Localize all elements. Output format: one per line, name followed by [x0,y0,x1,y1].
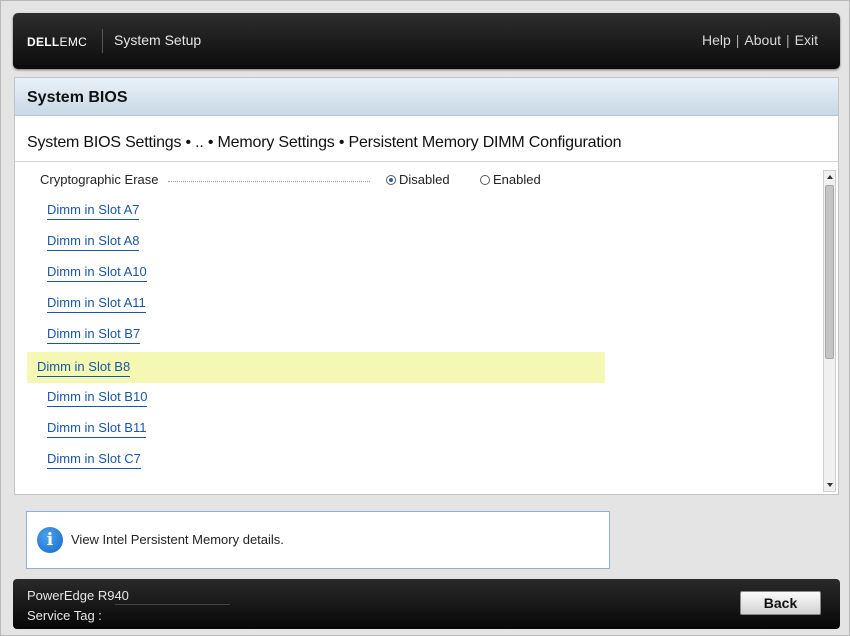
dimm-link-c7[interactable]: Dimm in Slot C7 [47,451,141,469]
exit-link[interactable]: Exit [795,32,818,48]
dotted-leader [168,181,370,182]
help-link[interactable]: Help [702,32,731,48]
list-item-selected: Dimm in Slot B8 [27,352,605,383]
help-text: View Intel Persistent Memory details. [71,532,284,547]
help-box: i View Intel Persistent Memory details. [26,511,610,569]
about-link[interactable]: About [744,32,781,48]
list-item: Dimm in Slot A11 [37,291,146,317]
dimm-link-a8[interactable]: Dimm in Slot A8 [47,233,140,251]
scroll-down-icon[interactable] [827,483,833,487]
breadcrumb: System BIOS Settings • .. • Memory Setti… [27,134,622,151]
dimm-link-a7[interactable]: Dimm in Slot A7 [47,202,140,220]
footer-bar: PowerEdge R940 Service Tag : Back [13,579,840,629]
header-links: Help | About | Exit [702,32,818,48]
dimm-link-b11[interactable]: Dimm in Slot B11 [47,420,147,438]
list-item: Dimm in Slot B10 [37,385,148,411]
list-item: Dimm in Slot A7 [37,198,140,224]
list-item: Dimm in Slot A8 [37,229,140,255]
cryptographic-erase-row: Cryptographic Erase Disabled Enabled [40,172,600,190]
dimm-link-b8[interactable]: Dimm in Slot B8 [37,359,131,377]
divider [15,161,838,162]
system-model: PowerEdge R940 [27,588,129,603]
scroll-up-icon[interactable] [827,175,833,179]
section-header: System BIOS [15,78,838,116]
scroll-thumb[interactable] [825,185,834,359]
list-item: Dimm in Slot B11 [37,416,147,442]
system-setup-window: DELLEMC System Setup Help | About | Exit Sys… [0,0,850,636]
link-separator: | [735,32,740,48]
vertical-scrollbar[interactable] [823,170,836,492]
dell-emc-logo: DELLEMC [27,35,88,49]
service-tag-label: Service Tag : [27,608,102,623]
info-icon: i [37,527,63,553]
radio-disabled[interactable]: Disabled [386,172,450,187]
radio-selected-icon[interactable] [386,175,396,185]
dimm-link-a11[interactable]: Dimm in Slot A11 [47,295,146,313]
dimm-link-b10[interactable]: Dimm in Slot B10 [47,389,148,407]
app-title: System Setup [114,32,202,48]
list-item: Dimm in Slot A10 [37,260,147,286]
service-tag-value [115,604,230,605]
list-item: Dimm in Slot B7 [37,322,141,348]
main-panel: System BIOS System BIOS Settings • .. • … [14,77,839,495]
radio-enabled[interactable]: Enabled [480,172,541,187]
section-title: System BIOS [27,89,128,106]
top-bar: DELLEMC System Setup Help | About | Exit [13,13,840,69]
link-separator: | [786,32,790,48]
logo-separator [102,29,103,53]
dimm-link-a10[interactable]: Dimm in Slot A10 [47,264,147,282]
radio-unselected-icon[interactable] [480,175,490,185]
back-button[interactable]: Back [740,591,821,615]
dimm-link-b7[interactable]: Dimm in Slot B7 [47,326,141,344]
list-item: Dimm in Slot C7 [37,447,141,473]
setting-label: Cryptographic Erase [40,172,159,187]
